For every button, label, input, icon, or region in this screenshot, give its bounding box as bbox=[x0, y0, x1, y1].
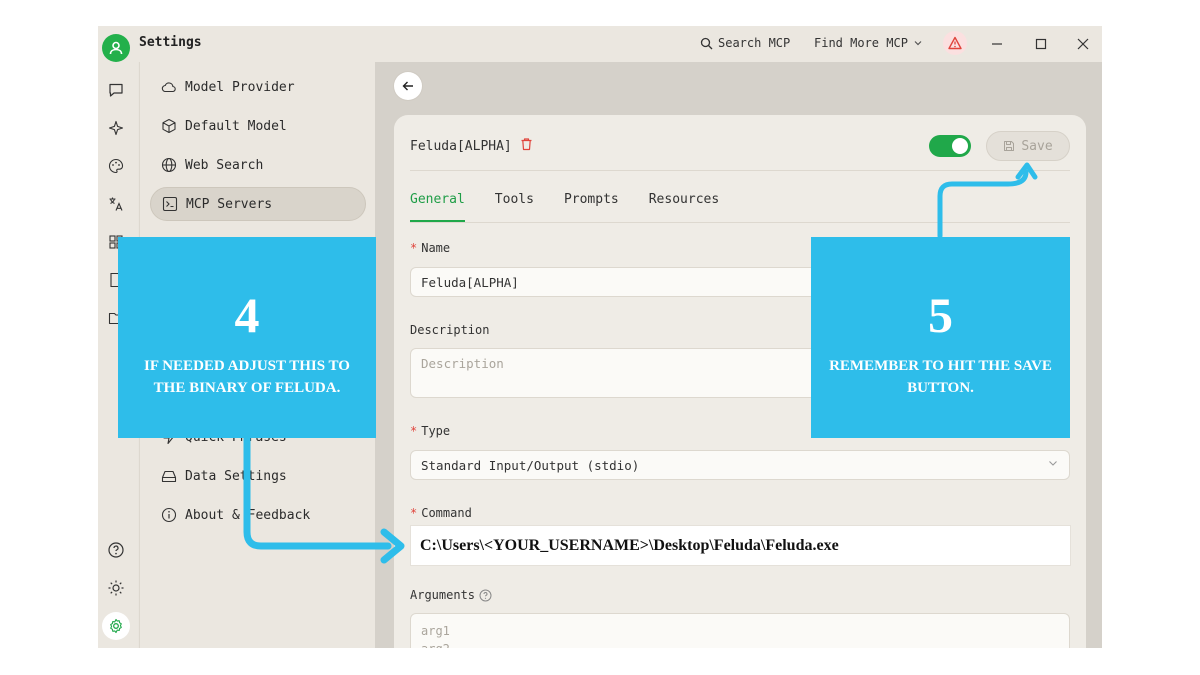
tab-prompts[interactable]: Prompts bbox=[564, 192, 619, 207]
minimize-button[interactable] bbox=[987, 34, 1007, 54]
close-icon bbox=[1077, 38, 1089, 50]
nav-item-label: About & Feedback bbox=[185, 507, 311, 523]
rail-sparkle-button[interactable] bbox=[106, 118, 126, 138]
callout-number: 5 bbox=[928, 287, 953, 343]
minimize-icon bbox=[992, 43, 1002, 45]
required-mark: * bbox=[410, 506, 418, 520]
help-icon bbox=[108, 542, 124, 558]
hard-drive-icon bbox=[161, 468, 177, 484]
trash-icon bbox=[521, 138, 532, 151]
callout-text: REMEMBER TO HIT THE SAVE BUTTON. bbox=[829, 358, 1052, 396]
nav-item-mcp-servers[interactable]: MCP Servers bbox=[150, 187, 366, 221]
cloud-icon bbox=[161, 79, 177, 95]
arguments-label: Arguments bbox=[410, 588, 492, 602]
server-name-title: Feluda[ALPHA] bbox=[410, 138, 512, 154]
server-enabled-toggle[interactable] bbox=[929, 135, 971, 157]
arrow-left-icon bbox=[402, 81, 413, 91]
nav-item-model-provider[interactable]: Model Provider bbox=[150, 70, 366, 104]
user-icon bbox=[109, 41, 123, 55]
rail-palette-button[interactable] bbox=[106, 156, 126, 176]
rail-settings-button[interactable] bbox=[102, 612, 130, 640]
rail-help-button[interactable] bbox=[106, 540, 126, 560]
nav-item-data-settings[interactable]: Data Settings bbox=[150, 459, 366, 493]
user-avatar[interactable] bbox=[102, 34, 130, 62]
sparkle-icon bbox=[108, 120, 124, 136]
save-label: Save bbox=[1021, 138, 1053, 154]
rail-translate-button[interactable] bbox=[106, 194, 126, 214]
arguments-placeholder-line: arg2 bbox=[421, 640, 1059, 648]
nav-item-label: MCP Servers bbox=[186, 196, 273, 212]
terminal-icon bbox=[162, 196, 178, 212]
server-title: Feluda[ALPHA] bbox=[410, 137, 533, 155]
find-more-mcp-label: Find More MCP bbox=[814, 36, 908, 50]
callout-text: IF NEEDED ADJUST THIS TO THE BINARY OF F… bbox=[144, 358, 350, 396]
back-button[interactable] bbox=[394, 72, 422, 100]
toggle-knob bbox=[952, 138, 968, 154]
type-select-value: Standard Input/Output (stdio) bbox=[421, 457, 640, 473]
chevron-down-icon bbox=[914, 41, 922, 46]
command-label: * Command bbox=[410, 506, 472, 520]
required-mark: * bbox=[410, 241, 418, 255]
header-divider bbox=[410, 170, 1070, 171]
required-mark: * bbox=[410, 424, 418, 438]
nav-item-label: Default Model bbox=[185, 118, 287, 134]
help-icon bbox=[479, 589, 492, 601]
nav-item-default-model[interactable]: Default Model bbox=[150, 109, 366, 143]
arguments-field[interactable]: arg1 arg2 bbox=[410, 613, 1070, 648]
chevron-down-icon bbox=[1049, 461, 1057, 466]
active-tab-indicator bbox=[410, 220, 465, 222]
type-select[interactable]: Standard Input/Output (stdio) bbox=[410, 450, 1070, 480]
maximize-icon bbox=[1035, 38, 1047, 50]
window-title: Settings bbox=[139, 35, 202, 50]
tab-general[interactable]: General bbox=[410, 192, 465, 207]
nav-item-label: Web Search bbox=[185, 157, 264, 173]
close-button[interactable] bbox=[1073, 34, 1093, 54]
chat-icon bbox=[109, 83, 123, 97]
tab-resources[interactable]: Resources bbox=[649, 192, 719, 207]
server-tabs: General Tools Prompts Resources bbox=[410, 192, 719, 207]
rail-theme-button[interactable] bbox=[106, 578, 126, 598]
rail-chat-button[interactable] bbox=[106, 80, 126, 100]
info-icon bbox=[161, 507, 177, 523]
nav-item-label: Data Settings bbox=[185, 468, 287, 484]
title-bar: Settings Search MCP Find More MCP bbox=[98, 26, 1102, 62]
arguments-placeholder-line: arg1 bbox=[421, 624, 450, 638]
callout-step-4: 4 IF NEEDED ADJUST THIS TO THE BINARY OF… bbox=[118, 237, 376, 438]
callout-number: 4 bbox=[234, 287, 260, 343]
nav-item-about-feedback[interactable]: About & Feedback bbox=[150, 498, 366, 532]
tab-tools[interactable]: Tools bbox=[495, 192, 534, 207]
globe-icon bbox=[161, 157, 177, 173]
search-mcp-label: Search MCP bbox=[718, 36, 791, 50]
nav-item-label: Model Provider bbox=[185, 79, 295, 95]
search-icon bbox=[700, 37, 713, 49]
palette-icon bbox=[108, 158, 124, 174]
nav-item-web-search[interactable]: Web Search bbox=[150, 148, 366, 182]
name-label: * Name bbox=[410, 241, 451, 255]
delete-server-button[interactable] bbox=[520, 137, 533, 155]
save-button[interactable]: Save bbox=[986, 131, 1070, 161]
description-label: Description bbox=[410, 323, 490, 337]
maximize-button[interactable] bbox=[1031, 34, 1051, 54]
search-mcp-button[interactable]: Search MCP bbox=[700, 36, 790, 50]
callout-step-5: 5 REMEMBER TO HIT THE SAVE BUTTON. bbox=[811, 237, 1070, 438]
warning-icon bbox=[948, 36, 962, 50]
save-icon bbox=[1004, 141, 1015, 151]
command-field[interactable]: C:\Users\<YOUR_USERNAME>\Desktop\Feluda\… bbox=[410, 525, 1071, 566]
warning-button[interactable] bbox=[943, 31, 967, 55]
tab-divider bbox=[410, 222, 1070, 223]
gear-icon bbox=[110, 618, 122, 634]
sun-icon bbox=[108, 580, 124, 596]
cube-icon bbox=[161, 118, 177, 134]
translate-icon bbox=[109, 197, 123, 211]
find-more-mcp-dropdown[interactable]: Find More MCP bbox=[814, 36, 923, 50]
type-label: * Type bbox=[410, 424, 451, 438]
